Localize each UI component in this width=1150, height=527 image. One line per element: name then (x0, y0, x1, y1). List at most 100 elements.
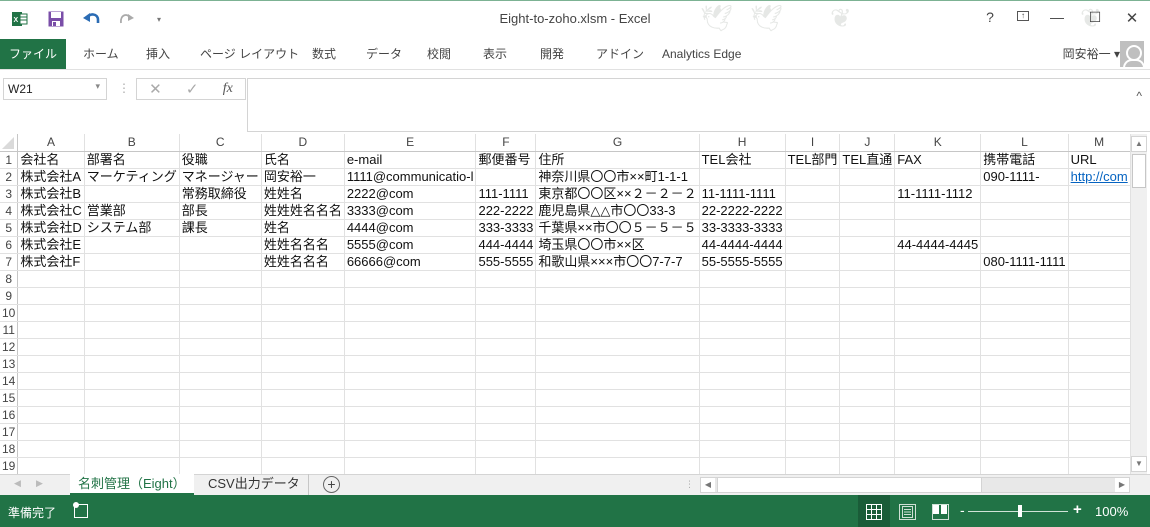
close-button[interactable]: ✕ (1117, 9, 1147, 27)
cell-g11[interactable] (535, 321, 700, 339)
cell-m10[interactable] (1068, 304, 1130, 322)
sheet-tab-csv-output[interactable]: CSV出力データ (200, 474, 309, 495)
cell-c8[interactable] (179, 270, 262, 288)
cell-l2[interactable]: 090-1111- (980, 168, 1069, 186)
cell-k15[interactable] (894, 389, 982, 407)
minimize-button[interactable]: — (1042, 9, 1072, 25)
cell-m8[interactable] (1068, 270, 1130, 288)
scroll-right-arrow-icon[interactable]: ▶ (1115, 478, 1129, 492)
cell-d2[interactable]: 岡安裕一 (261, 168, 345, 186)
cell-i10[interactable] (785, 304, 841, 322)
column-header-c[interactable]: C (179, 134, 262, 152)
ribbon-display-options-button[interactable]: ↑ (1008, 9, 1038, 21)
cell-k1[interactable]: FAX (894, 151, 982, 169)
cell-e1[interactable]: e-mail (344, 151, 477, 169)
add-sheet-button[interactable]: + (323, 476, 340, 493)
tab-developer[interactable]: 開発 (530, 39, 574, 69)
cell-i7[interactable] (785, 253, 841, 271)
cell-j12[interactable] (839, 338, 896, 356)
cell-e15[interactable] (344, 389, 477, 407)
cell-l12[interactable] (980, 338, 1069, 356)
cell-d15[interactable] (261, 389, 345, 407)
chevron-down-icon[interactable]: ▾ (95, 81, 100, 92)
cell-m13[interactable] (1068, 355, 1130, 373)
cell-g1[interactable]: 住所 (535, 151, 700, 169)
cell-k7[interactable] (894, 253, 982, 271)
cell-l17[interactable] (980, 423, 1069, 441)
cell-c5[interactable]: 課長 (179, 219, 262, 237)
cell-i14[interactable] (785, 372, 841, 390)
cell-m16[interactable] (1068, 406, 1130, 424)
cell-g9[interactable] (535, 287, 700, 305)
cell-h17[interactable] (699, 423, 786, 441)
cell-m12[interactable] (1068, 338, 1130, 356)
cell-i9[interactable] (785, 287, 841, 305)
cell-k13[interactable] (894, 355, 982, 373)
column-header-h[interactable]: H (699, 134, 786, 152)
cell-d12[interactable] (261, 338, 345, 356)
cell-h2[interactable] (699, 168, 786, 186)
cell-g10[interactable] (535, 304, 700, 322)
cell-i18[interactable] (785, 440, 841, 458)
cell-h9[interactable] (699, 287, 786, 305)
cell-a19[interactable] (17, 457, 85, 474)
cell-c3[interactable]: 常務取締役 (179, 185, 262, 203)
cell-e16[interactable] (344, 406, 477, 424)
cell-l15[interactable] (980, 389, 1069, 407)
tab-review[interactable]: 校閲 (417, 39, 461, 69)
cell-i11[interactable] (785, 321, 841, 339)
maximize-button[interactable]: ☐ (1080, 9, 1110, 26)
page-layout-view-button[interactable] (891, 495, 923, 527)
cell-j15[interactable] (839, 389, 896, 407)
cell-d3[interactable]: 姓姓名 (261, 185, 345, 203)
cell-j3[interactable] (839, 185, 896, 203)
cell-k8[interactable] (894, 270, 982, 288)
cell-a4[interactable]: 株式会社C (17, 202, 85, 220)
cell-b17[interactable] (84, 423, 180, 441)
row-header[interactable]: 6 (0, 236, 19, 254)
row-header[interactable]: 13 (0, 355, 19, 373)
cell-m11[interactable] (1068, 321, 1130, 339)
row-header[interactable]: 18 (0, 440, 19, 458)
tab-analytics-edge[interactable]: Analytics Edge (652, 39, 751, 69)
row-header[interactable]: 19 (0, 457, 19, 474)
cell-a16[interactable] (17, 406, 85, 424)
cell-f7[interactable]: 555-5555 (475, 253, 537, 271)
cell-f11[interactable] (475, 321, 537, 339)
cell-a11[interactable] (17, 321, 85, 339)
zoom-in-button[interactable]: + (1073, 501, 1082, 518)
cell-j17[interactable] (839, 423, 896, 441)
cell-m2[interactable]: http://com (1068, 168, 1130, 186)
cell-k18[interactable] (894, 440, 982, 458)
cell-h15[interactable] (699, 389, 786, 407)
formula-input[interactable]: ^ (247, 78, 1150, 132)
cell-i13[interactable] (785, 355, 841, 373)
cell-h12[interactable] (699, 338, 786, 356)
cell-l8[interactable] (980, 270, 1069, 288)
zoom-level[interactable]: 100% (1095, 504, 1128, 519)
cell-c15[interactable] (179, 389, 262, 407)
cell-j2[interactable] (839, 168, 896, 186)
cell-f1[interactable]: 郵便番号 (475, 151, 537, 169)
cell-c6[interactable] (179, 236, 262, 254)
cell-c4[interactable]: 部長 (179, 202, 262, 220)
cell-l1[interactable]: 携帯電話 (980, 151, 1069, 169)
cell-f2[interactable] (475, 168, 537, 186)
cell-l7[interactable]: 080-1111-1111 (980, 253, 1069, 271)
user-account-menu[interactable]: 岡安裕一 ▾ (1063, 39, 1120, 69)
spreadsheet[interactable]: ABCDEFGHIJKLMN 1会社名部署名役職氏名e-mail郵便番号住所TE… (0, 134, 1130, 474)
cell-k4[interactable] (894, 202, 982, 220)
cancel-icon[interactable]: ✕ (149, 80, 162, 98)
cell-c1[interactable]: 役職 (179, 151, 262, 169)
cell-d10[interactable] (261, 304, 345, 322)
cell-g7[interactable]: 和歌山県×××市〇〇7-7-7 (535, 253, 700, 271)
cell-h6[interactable]: 44-4444-4444 (699, 236, 786, 254)
cell-a10[interactable] (17, 304, 85, 322)
cell-h1[interactable]: TEL会社 (699, 151, 786, 169)
vertical-scroll-thumb[interactable] (1132, 154, 1146, 188)
cell-c12[interactable] (179, 338, 262, 356)
zoom-out-button[interactable]: - (960, 502, 965, 518)
cell-f16[interactable] (475, 406, 537, 424)
cell-j4[interactable] (839, 202, 896, 220)
cell-c13[interactable] (179, 355, 262, 373)
